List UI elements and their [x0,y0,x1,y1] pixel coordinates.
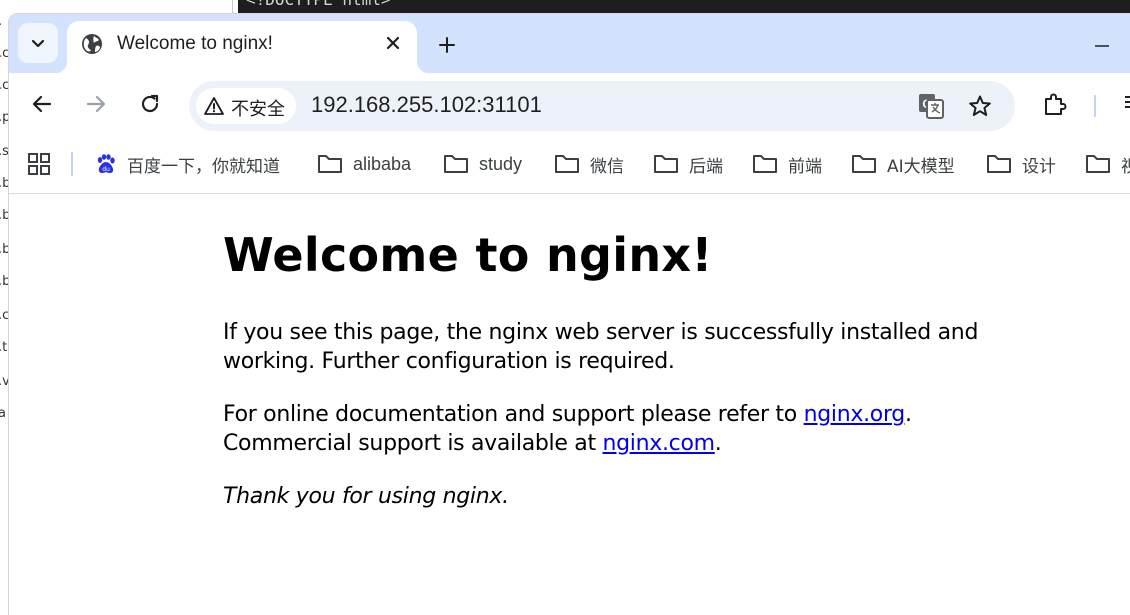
minimize-button[interactable] [1093,38,1111,52]
menu-button[interactable] [1121,93,1130,115]
commercial-text: Commercial support is available at [223,431,603,456]
bookmark-label: AI大模型 [887,156,955,177]
globe-icon [82,34,102,54]
reload-button[interactable] [133,87,167,121]
page-viewport: Welcome to nginx! If you see this page, … [9,194,1130,615]
bookmark-label: 后端 [689,156,723,177]
tab-search-button[interactable] [18,23,58,63]
folder-icon [318,155,342,173]
svg-text:du: du [102,166,110,173]
tab-strip: Welcome to nginx! [9,14,1130,73]
bookmark-folder-design[interactable]: 设计 [986,149,1056,179]
thanks-paragraph: Thank you for using nginx. [223,484,509,509]
browser-window: Welcome to nginx! 不安全 192.168.255.102:31… [9,14,1130,615]
bookmark-folder-study[interactable]: study [443,149,522,179]
puzzle-icon [1045,93,1067,115]
bookmark-folder-weixin[interactable]: 微信 [554,149,624,179]
folder-icon [555,155,579,173]
close-icon [386,36,400,50]
warning-triangle-icon [204,97,224,115]
bookmark-label: 前端 [788,156,822,177]
baidu-icon: du [97,154,115,173]
browser-toolbar: 不安全 192.168.255.102:31101 G [9,73,1130,135]
commercial-period: . [714,431,722,456]
apps-grid-icon[interactable] [27,152,51,176]
forward-button[interactable] [79,87,113,121]
background-gutter-char: a [0,406,6,421]
toolbar-separator [1094,95,1096,117]
folder-icon [753,155,777,173]
background-gutter-char: .c [0,46,10,61]
background-gutter-char: .t [0,340,8,355]
bookmark-label: 视 [1121,156,1130,177]
extensions-button[interactable] [1039,88,1071,120]
docs-text: For online documentation and support ple… [223,402,804,427]
background-gutter-char: . [0,14,2,29]
bookmarks-separator [71,152,73,176]
translate-button[interactable]: G [916,91,946,121]
bookmark-folder-frontend[interactable]: 前端 [752,149,822,179]
bookmark-label: 设计 [1022,156,1056,177]
tab-title: Welcome to nginx! [117,33,273,54]
address-bar[interactable]: 不安全 192.168.255.102:31101 G [189,81,1015,131]
folder-icon [444,155,468,173]
folder-icon [987,155,1011,173]
arrow-left-icon [32,95,52,113]
menu-icon [1125,96,1130,108]
tab-close-button[interactable] [381,31,405,55]
bookmark-label: study [479,153,523,174]
background-divider [232,0,233,14]
bookmark-star-button[interactable] [965,91,995,121]
security-chip[interactable]: 不安全 [196,88,296,124]
docs-paragraph: For online documentation and support ple… [223,400,983,458]
url-text[interactable]: 192.168.255.102:31101 [311,92,542,118]
bookmark-folder-backend[interactable]: 后端 [653,149,723,179]
bookmark-folder-video[interactable]: 视 [1085,149,1130,179]
bookmark-label: 百度一下，你就知道 [127,156,280,177]
bookmarks-bar: du 百度一下，你就知道 alibaba study 微信 后端 前端 AI大模… [9,135,1130,194]
minimize-icon [1095,45,1109,47]
plus-icon [439,37,455,53]
folder-icon [654,155,678,173]
docs-period: . [904,402,912,427]
back-button[interactable] [25,87,59,121]
page-heading: Welcome to nginx! [223,228,713,282]
reload-icon [141,94,159,113]
nginx-org-link[interactable]: nginx.org [804,402,906,427]
bookmark-folder-ai[interactable]: AI大模型 [851,149,955,179]
bookmark-baidu[interactable]: du 百度一下，你就知道 [95,149,280,179]
folder-icon [852,155,876,173]
arrow-right-icon [86,95,106,113]
security-label: 不安全 [231,99,285,120]
intro-paragraph: If you see this page, the nginx web serv… [223,320,979,374]
background-code-text: <!DOCTYPE html> [246,0,391,9]
bookmark-label: 微信 [590,156,624,177]
star-icon [969,95,991,116]
background-gutter-char: .c [0,78,10,93]
background-code-strip: <!DOCTYPE html> [238,0,1130,14]
background-gutter-char: .c [0,308,10,323]
folder-icon [1086,155,1110,173]
tab-active[interactable]: Welcome to nginx! [55,21,429,73]
translate-icon: G [919,94,944,119]
chevron-down-icon [31,39,45,48]
background-gutter-char: .s [0,144,9,159]
new-tab-button[interactable] [433,31,461,59]
bookmark-folder-alibaba[interactable]: alibaba [317,149,411,179]
nginx-com-link[interactable]: nginx.com [603,431,716,456]
bookmark-label: alibaba [353,153,412,174]
